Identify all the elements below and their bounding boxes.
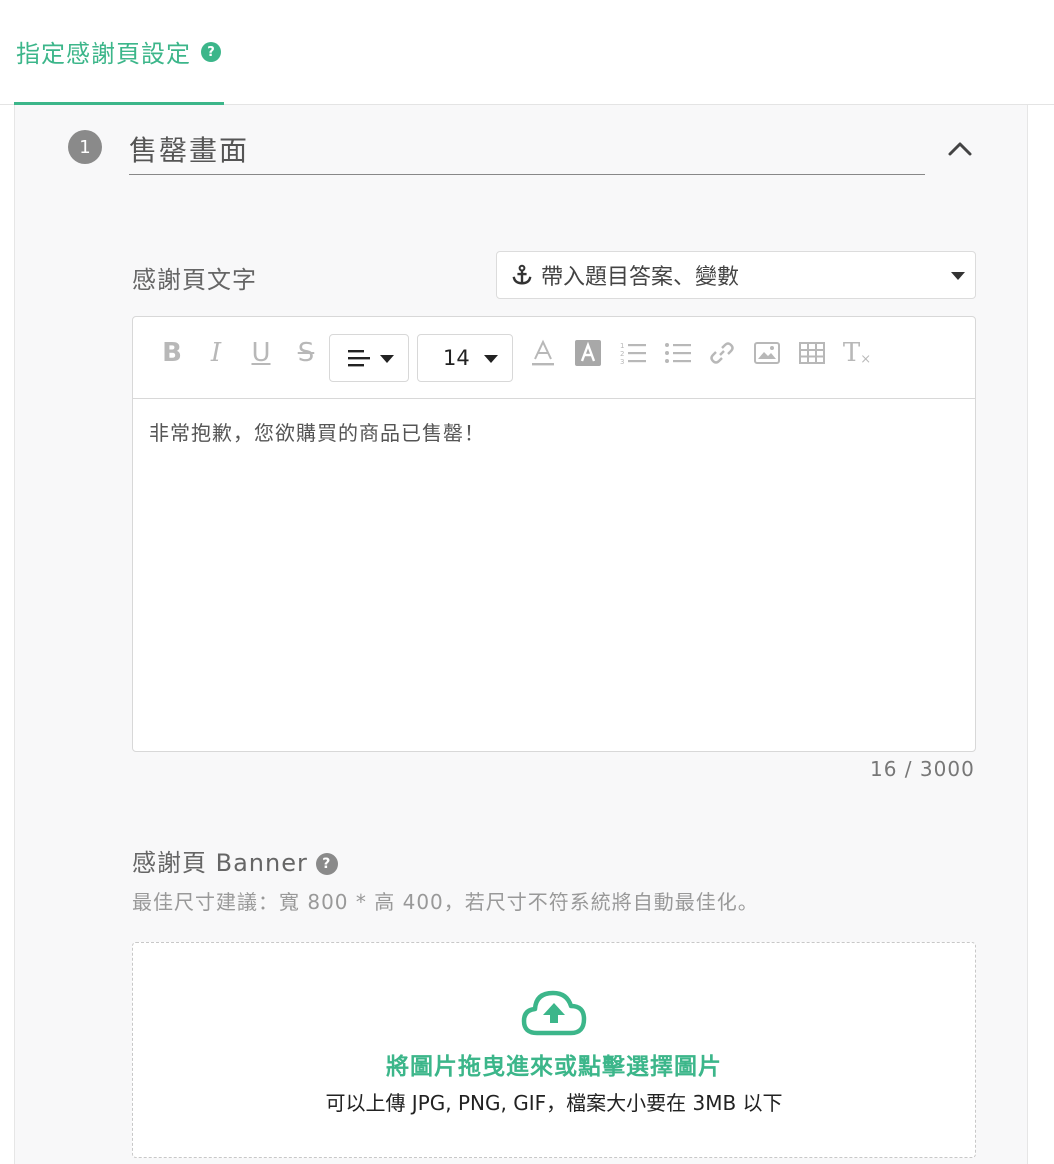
chevron-down-icon xyxy=(484,355,498,363)
insert-variable-select[interactable]: 帶入題目答案、變數 xyxy=(496,251,976,299)
thank-text-label: 感謝頁文字 xyxy=(132,266,257,294)
link-icon[interactable] xyxy=(708,335,736,371)
font-size-dropdown[interactable]: 14 xyxy=(417,334,513,382)
image-icon[interactable] xyxy=(753,335,781,371)
settings-panel: 1 售罄畫面 感謝頁文字 帶入題目答案、變數 B I U S 14 1 2 3 … xyxy=(14,105,1028,1164)
clear-format-glyph: T xyxy=(842,338,861,368)
chevron-down-icon xyxy=(951,272,965,280)
tab-bar: 指定感謝頁設定 ? xyxy=(0,0,1054,105)
rich-text-editor: B I U S 14 1 2 3 T × 非常抱歉，您欲購買的商品已售罄！ xyxy=(132,316,976,752)
tab-thank-you-settings[interactable]: 指定感謝頁設定 ? xyxy=(14,0,224,105)
table-icon[interactable] xyxy=(798,335,826,371)
editor-toolbar: B I U S 14 1 2 3 T × xyxy=(133,317,975,399)
insert-variable-label: 帶入題目答案、變數 xyxy=(541,265,740,290)
chevron-up-icon[interactable] xyxy=(947,139,973,157)
character-counter: 16 / 3000 xyxy=(870,757,975,781)
background-color-icon[interactable] xyxy=(574,335,602,371)
banner-label-text: 感謝頁 Banner xyxy=(132,849,308,877)
bullet-list-icon[interactable] xyxy=(664,335,692,371)
ordered-list-icon[interactable]: 1 2 3 xyxy=(619,335,647,371)
italic-button[interactable]: I xyxy=(203,335,229,371)
font-size-value: 14 xyxy=(443,346,470,370)
tab-label: 指定感謝頁設定 xyxy=(16,39,191,68)
help-icon[interactable]: ? xyxy=(201,42,221,62)
cloud-upload-icon xyxy=(521,990,587,1036)
bold-button[interactable]: B xyxy=(159,335,185,371)
svg-text:2: 2 xyxy=(620,350,624,358)
font-color-icon[interactable] xyxy=(530,335,556,371)
banner-label: 感謝頁 Banner? xyxy=(132,843,338,878)
upload-requirements: 可以上傳 JPG, PNG, GIF，檔案大小要在 3MB 以下 xyxy=(325,1091,783,1115)
section-title: 售罄畫面 xyxy=(129,125,925,175)
help-icon[interactable]: ? xyxy=(315,853,338,875)
upload-instruction: 將圖片拖曳進來或點擊選擇圖片 xyxy=(386,1054,722,1080)
editor-content[interactable]: 非常抱歉，您欲購買的商品已售罄！ xyxy=(149,417,485,446)
underline-button[interactable]: U xyxy=(248,335,274,371)
align-dropdown[interactable] xyxy=(329,334,409,382)
chevron-down-icon xyxy=(380,355,394,363)
banner-upload-dropzone[interactable]: 將圖片拖曳進來或點擊選擇圖片 可以上傳 JPG, PNG, GIF，檔案大小要在… xyxy=(132,942,976,1158)
clear-format-icon[interactable]: T × xyxy=(842,335,872,371)
strikethrough-button[interactable]: S xyxy=(293,335,319,371)
step-number-badge: 1 xyxy=(68,130,102,164)
anchor-icon xyxy=(512,264,532,285)
svg-text:3: 3 xyxy=(620,358,624,365)
svg-text:1: 1 xyxy=(620,342,624,350)
banner-size-hint: 最佳尺寸建議：寬 800 * 高 400，若尺寸不符系統將自動最佳化。 xyxy=(132,890,759,914)
align-left-icon xyxy=(348,350,370,367)
